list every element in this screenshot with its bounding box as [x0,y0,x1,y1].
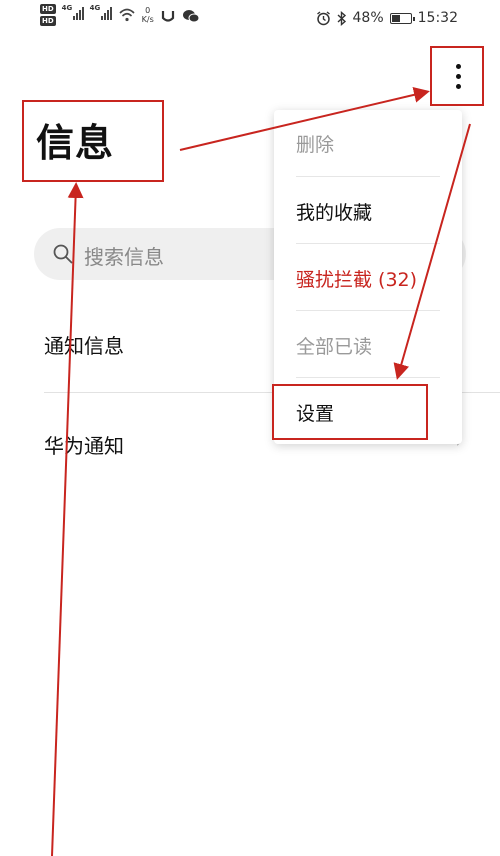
annotation-arrows [51,86,471,856]
arrow-more-to-settings [393,123,471,380]
arrow-bottom-to-title [51,182,84,856]
arrow-title-to-more [179,86,430,151]
